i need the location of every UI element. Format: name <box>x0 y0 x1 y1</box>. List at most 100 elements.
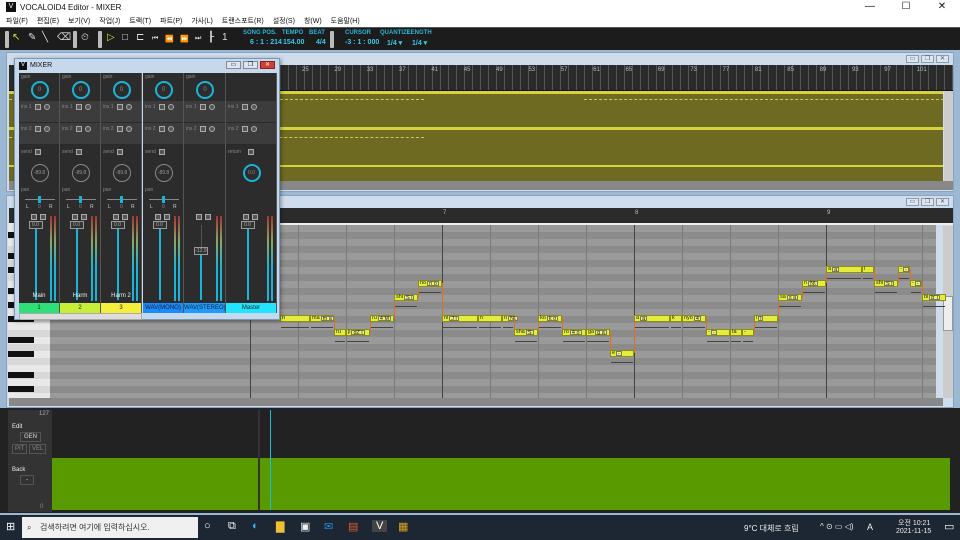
beat-value[interactable]: 4/4 <box>316 39 326 46</box>
vel-button[interactable]: VEL <box>29 444 47 454</box>
solo-button[interactable] <box>121 214 128 220</box>
app-icon[interactable]: ▤ <box>348 520 358 533</box>
note[interactable]: sha S <box>514 329 538 342</box>
clock-date[interactable]: 2021-11-15 <box>896 528 931 535</box>
line-tool-icon[interactable]: ╲ <box>42 32 48 43</box>
note[interactable]: ta <box>730 329 742 342</box>
fader-handle[interactable]: 0.0 <box>152 221 167 229</box>
insert-1-edit-icon[interactable] <box>126 104 132 110</box>
clock-time[interactable]: 오전 10:21 <box>898 518 930 528</box>
toolbar-grip[interactable] <box>5 31 9 48</box>
restore-button[interactable]: ❐ <box>921 198 934 206</box>
task-view-icon[interactable]: ⧉ <box>228 520 236 533</box>
note[interactable]: bi b' i <box>922 294 946 307</box>
pan-slider-thumb[interactable] <box>79 196 82 203</box>
channel-tag[interactable]: WAV(STEREO) <box>184 303 226 313</box>
close-button[interactable]: ✕ <box>936 198 949 206</box>
note[interactable]: -- <box>706 329 730 342</box>
mixer-minimize-button[interactable]: ▭ <box>226 61 241 69</box>
fader-handle[interactable]: 0.0 <box>69 221 84 229</box>
menu-help[interactable]: 도움말(H) <box>331 16 360 26</box>
channel-tag[interactable]: 1 <box>19 303 59 313</box>
marker-start-icon[interactable]: ┠ <box>208 32 214 43</box>
mixer-scrollbar[interactable] <box>19 313 142 320</box>
menu-edit[interactable]: 편집(E) <box>37 16 59 26</box>
note[interactable]: aa <box>826 266 862 279</box>
system-tray-icons[interactable]: ^ ⊙ ▭ ◁) <box>820 522 854 531</box>
menu-file[interactable]: 파일(F) <box>6 16 28 26</box>
quantize-select[interactable]: 1/4 ▾ <box>387 39 402 47</box>
menu-window[interactable]: 창(W) <box>304 16 322 26</box>
send-toggle-icon[interactable] <box>76 149 82 155</box>
return-toggle-icon[interactable] <box>248 149 254 155</box>
edge-icon[interactable]: ◐ <box>252 520 259 532</box>
insert-1-bypass-icon[interactable] <box>76 104 82 110</box>
play-icon[interactable]: ▷ <box>107 32 115 43</box>
store-icon[interactable]: ▣ <box>300 520 310 533</box>
eraser-tool-icon[interactable]: ⌫ <box>57 32 71 43</box>
solo-button[interactable] <box>39 214 46 220</box>
marker-end-icon[interactable]: 1 <box>222 32 228 43</box>
pan-slider-thumb[interactable] <box>120 196 123 203</box>
menu-lyrics[interactable]: 가사(L) <box>191 16 212 26</box>
go-end-icon[interactable]: ⏭ <box>195 35 201 43</box>
mixer-restore-button[interactable]: ❐ <box>243 61 258 69</box>
taskbar-search[interactable]: ⌕ 검색하려면 여기에 입력하십시오. <box>22 517 198 538</box>
windows-start-icon[interactable]: ⊞ <box>6 520 15 533</box>
note[interactable]: nyo 4 <box>682 315 706 328</box>
insert-2-edit-icon[interactable] <box>251 126 257 132</box>
back-select[interactable]: - <box>20 475 34 485</box>
loop-icon[interactable]: ⊏ <box>136 32 144 43</box>
insert-2-bypass-icon[interactable] <box>35 126 41 132</box>
tempo-value[interactable]: 154.00 <box>283 39 304 46</box>
toolbar-grip[interactable] <box>98 31 102 48</box>
black-key[interactable] <box>8 372 34 378</box>
pencil-tool-icon[interactable]: ✎ <box>28 32 36 43</box>
insert-1-bypass-icon[interactable] <box>35 104 41 110</box>
minimize-button[interactable]: ▭ <box>906 198 919 206</box>
channel-tag[interactable]: 3 <box>101 303 141 313</box>
insert-2-edit-icon[interactable] <box>168 126 174 132</box>
solo-button[interactable] <box>251 214 258 220</box>
insert-2-edit-icon[interactable] <box>126 126 132 132</box>
horizontal-scrollbar[interactable] <box>9 398 943 406</box>
send-toggle-icon[interactable] <box>159 149 165 155</box>
insert-2-edit-icon[interactable] <box>44 126 50 132</box>
restore-button[interactable]: ❐ <box>921 55 934 63</box>
note[interactable]: ga g a <box>586 329 610 342</box>
stop-icon[interactable]: □ <box>122 32 128 43</box>
note[interactable]: shi S i <box>874 280 898 293</box>
note[interactable]: i <box>862 266 874 279</box>
note[interactable]: ni J i <box>442 315 478 328</box>
insert-2-bypass-icon[interactable] <box>117 126 123 132</box>
solo-button[interactable] <box>205 214 211 220</box>
edit-type-select[interactable]: GEN <box>20 432 42 442</box>
menu-settings[interactable]: 설정(S) <box>273 16 295 26</box>
gain-knob[interactable]: 0 <box>112 81 131 99</box>
note[interactable]: n N\ <box>802 280 826 293</box>
mail-icon[interactable]: ✉ <box>324 520 333 533</box>
vertical-scrollbar[interactable] <box>944 91 953 181</box>
metronome-icon[interactable]: ⏲ <box>81 32 89 43</box>
pointer-tool-icon[interactable]: ↖ <box>12 32 20 43</box>
insert-1-bypass-icon[interactable] <box>117 104 123 110</box>
send-level-knob[interactable]: -89.8 <box>154 164 173 182</box>
channel-tag[interactable]: WAV(MONO) <box>143 303 183 313</box>
note[interactable]: n <box>280 315 310 328</box>
length-select[interactable]: 1/4 ▾ <box>412 39 427 47</box>
mute-button[interactable] <box>112 214 119 220</box>
gain-knob[interactable]: 0 <box>154 81 173 99</box>
track-part[interactable] <box>584 99 944 107</box>
pit-button[interactable]: PIT <box>12 444 28 454</box>
insert-1-edit-icon[interactable] <box>168 104 174 110</box>
mixer-close-button[interactable]: ✕ <box>260 61 275 69</box>
mute-button[interactable] <box>196 214 202 220</box>
close-button[interactable]: ✕ <box>924 0 960 14</box>
note[interactable]: n <box>478 315 502 328</box>
mute-button[interactable] <box>154 214 161 220</box>
control-curve-area[interactable] <box>52 458 950 510</box>
insert-2-bypass-icon[interactable] <box>159 126 165 132</box>
note[interactable]: -- <box>910 280 922 293</box>
rewind-icon[interactable]: ⏪ <box>165 35 174 43</box>
send-level-knob[interactable]: -89.8 <box>71 164 90 182</box>
